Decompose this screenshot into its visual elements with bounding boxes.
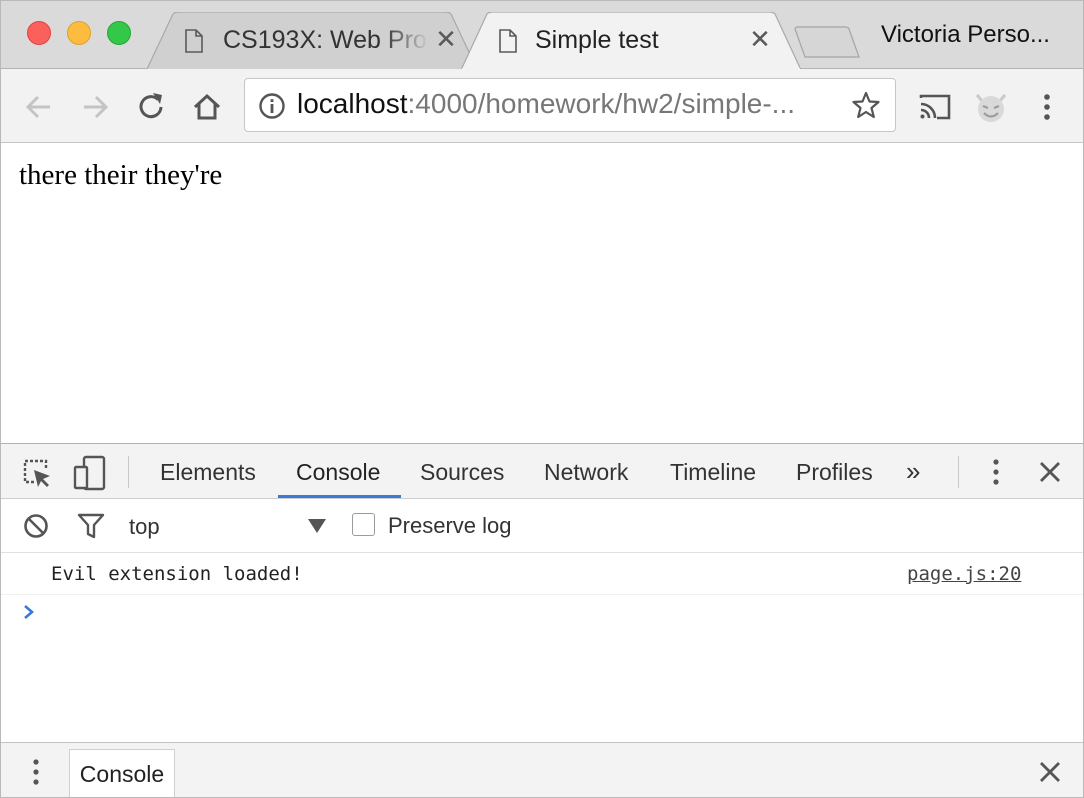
close-tab-icon[interactable]: ✕	[431, 24, 461, 54]
address-bar[interactable]: localhost:4000/homework/hw2/simple-...	[244, 78, 896, 132]
filter-icon[interactable]	[77, 513, 105, 539]
profile-name[interactable]: Victoria Perso...	[881, 21, 1050, 49]
devtools-panel: Elements Console Sources Network Timelin…	[1, 443, 1083, 797]
kebab-menu-icon[interactable]	[1027, 87, 1067, 127]
tab-console[interactable]: Console	[296, 459, 380, 486]
page-body-text: there their they're	[19, 159, 223, 191]
device-toolbar-icon[interactable]	[73, 455, 107, 491]
page-viewport: there their they're	[1, 143, 1083, 443]
close-drawer-icon[interactable]	[1037, 759, 1063, 785]
tab-sources[interactable]: Sources	[420, 459, 504, 486]
close-tab-icon[interactable]: ✕	[745, 24, 775, 54]
chevron-down-icon[interactable]	[307, 518, 327, 534]
preserve-log-checkbox[interactable]	[352, 513, 375, 536]
browser-window: CS193X: Web Pro ✕ Simple test ✕ Victoria…	[0, 0, 1084, 798]
info-icon[interactable]	[258, 92, 286, 120]
preserve-log-label[interactable]: Preserve log	[388, 513, 512, 539]
tab-title: Simple test	[535, 26, 659, 54]
url-text[interactable]: localhost:4000/homework/hw2/simple-...	[297, 88, 795, 120]
tab-cs193x[interactable]: CS193X: Web Pro ✕	[147, 12, 477, 70]
reload-icon[interactable]	[131, 87, 171, 127]
new-tab-button[interactable]	[793, 25, 861, 59]
minimize-window-button[interactable]	[67, 21, 91, 45]
drawer-menu-icon[interactable]	[23, 756, 49, 788]
tab-elements[interactable]: Elements	[160, 459, 256, 486]
tab-network[interactable]: Network	[544, 459, 628, 486]
star-icon[interactable]	[851, 90, 881, 120]
context-selector[interactable]: top	[129, 514, 160, 540]
console-message: Evil extension loaded! page.js:20	[1, 553, 1083, 595]
console-message-text: Evil extension loaded!	[51, 563, 303, 585]
inspect-element-icon[interactable]	[21, 457, 53, 489]
toolbar-divider	[958, 456, 959, 488]
tab-strip: CS193X: Web Pro ✕ Simple test ✕ Victoria…	[1, 1, 1083, 70]
url-host: localhost	[297, 88, 408, 119]
devtools-menu-icon[interactable]	[981, 456, 1011, 488]
devil-extension-icon[interactable]	[971, 87, 1011, 127]
drawer-tab-console[interactable]: Console	[69, 749, 175, 797]
tab-timeline[interactable]: Timeline	[670, 459, 756, 486]
console-filter-bar: top Preserve log	[1, 499, 1083, 553]
tab-title-fade	[383, 22, 429, 58]
toolbar-divider	[128, 456, 129, 488]
page-icon	[499, 29, 517, 53]
console-input[interactable]	[49, 596, 1069, 632]
close-window-button[interactable]	[27, 21, 51, 45]
console-prompt-icon	[24, 605, 34, 619]
active-tab-indicator	[278, 495, 401, 498]
home-icon[interactable]	[187, 87, 227, 127]
tab-simple-test[interactable]: Simple test ✕	[461, 12, 801, 70]
cast-icon[interactable]	[915, 87, 955, 127]
back-arrow-icon[interactable]	[19, 87, 59, 127]
clear-console-icon[interactable]	[23, 513, 49, 539]
tab-profiles[interactable]: Profiles	[796, 459, 873, 486]
console-message-source-link[interactable]: page.js:20	[907, 563, 1021, 585]
url-path: :4000/homework/hw2/simple-...	[407, 88, 796, 119]
devtools-tab-bar: Elements Console Sources Network Timelin…	[1, 444, 1083, 499]
toolbar: localhost:4000/homework/hw2/simple-...	[1, 69, 1083, 143]
forward-arrow-icon[interactable]	[75, 87, 115, 127]
close-devtools-icon[interactable]	[1037, 459, 1063, 485]
more-tabs-icon[interactable]: »	[906, 456, 920, 487]
maximize-window-button[interactable]	[107, 21, 131, 45]
devtools-drawer: Console	[1, 742, 1083, 797]
page-icon	[185, 29, 203, 53]
